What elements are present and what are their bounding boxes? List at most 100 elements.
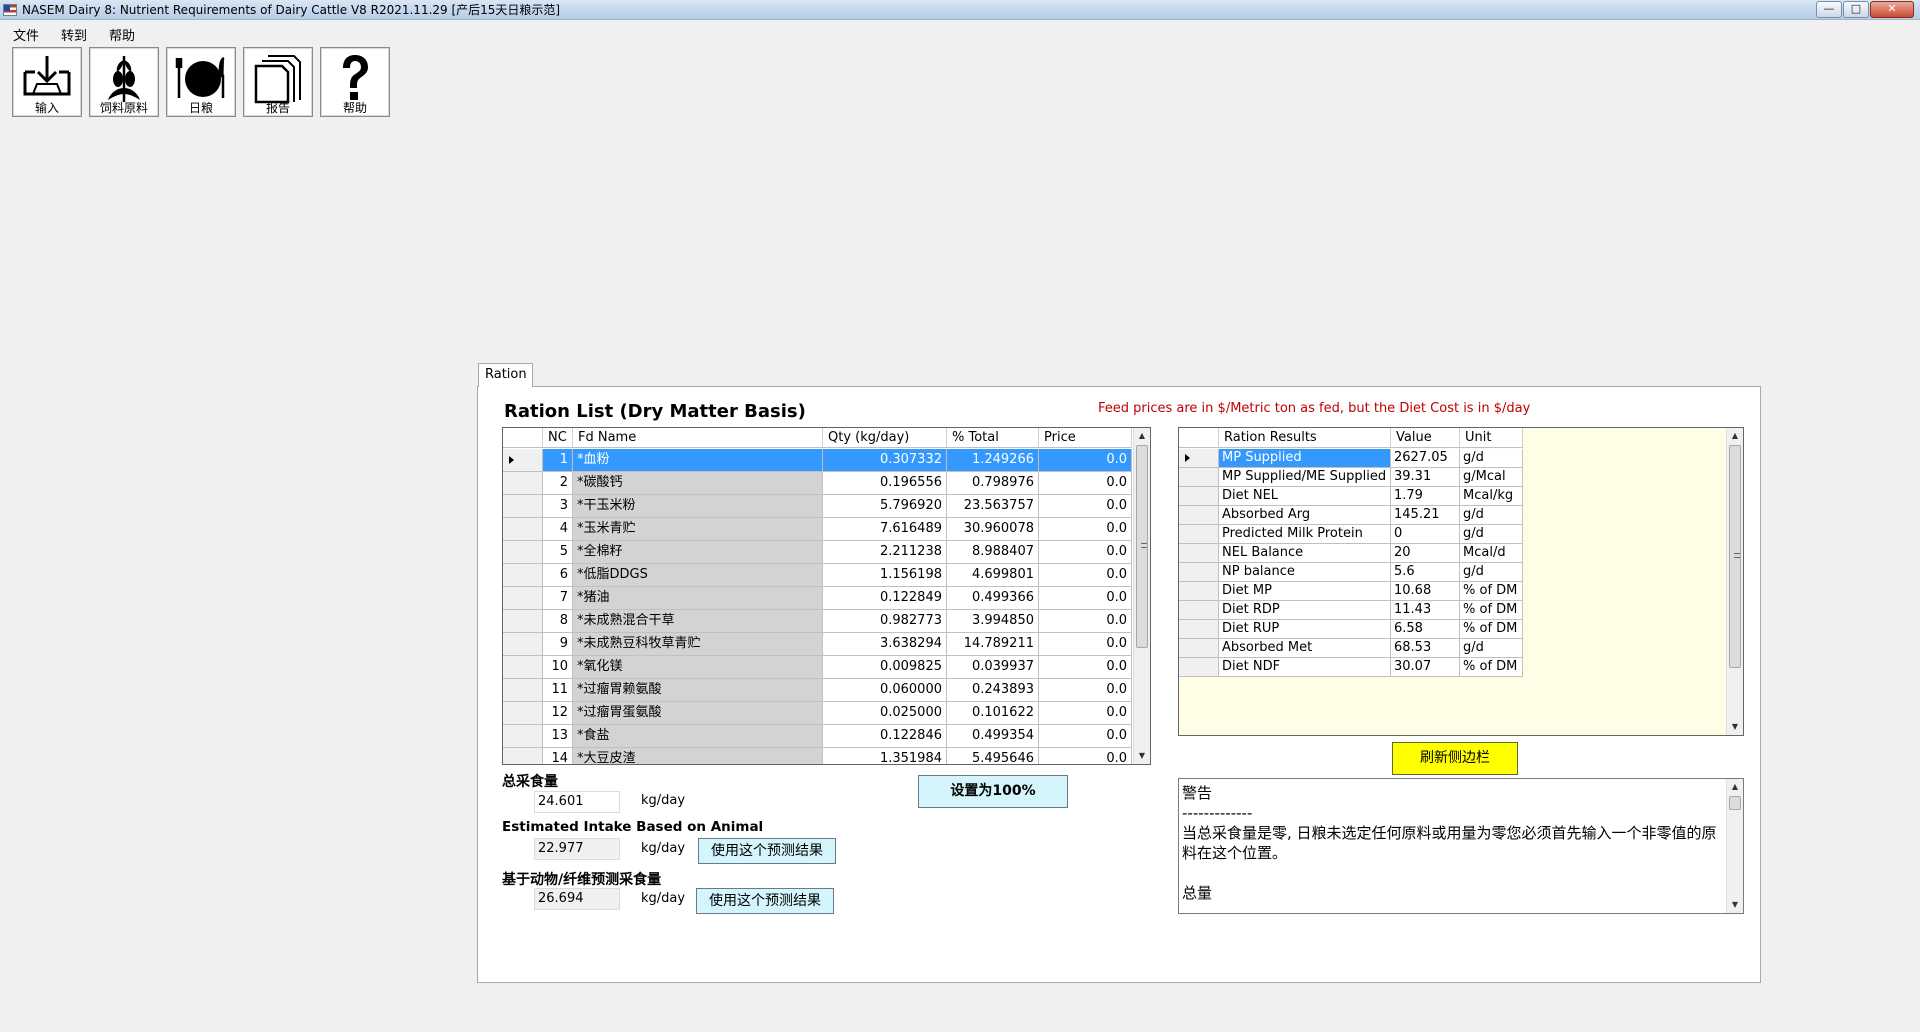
cell-price[interactable]: 0.0 (1039, 564, 1132, 587)
cell-pct-total[interactable]: 0.101622 (947, 702, 1039, 725)
set-to-100-percent-button[interactable]: 设置为100% (918, 775, 1068, 808)
cell-nc[interactable]: 14 (543, 748, 573, 764)
result-row-selector[interactable] (1179, 525, 1219, 544)
cell-price[interactable]: 0.0 (1039, 495, 1132, 518)
result-value[interactable]: 145.21 (1391, 506, 1460, 525)
cell-qty[interactable]: 0.060000 (823, 679, 947, 702)
result-value[interactable]: 20 (1391, 544, 1460, 563)
result-value[interactable]: 1.79 (1391, 487, 1460, 506)
result-unit[interactable]: g/d (1460, 525, 1523, 544)
result-row-selector[interactable] (1179, 639, 1219, 658)
scroll-up-arrow[interactable]: ▲ (1134, 428, 1150, 444)
result-name[interactable]: Diet MP (1219, 582, 1391, 601)
cell-nc[interactable]: 9 (543, 633, 573, 656)
row-selector[interactable] (503, 472, 543, 495)
cell-price[interactable]: 0.0 (1039, 472, 1132, 495)
help-button[interactable]: 帮助 (320, 47, 390, 117)
cell-feed-name[interactable]: *过瘤胃赖氨酸 (573, 679, 823, 702)
cell-nc[interactable]: 2 (543, 472, 573, 495)
result-name[interactable]: NEL Balance (1219, 544, 1391, 563)
row-selector[interactable] (503, 679, 543, 702)
cell-feed-name[interactable]: *未成熟豆科牧草青贮 (573, 633, 823, 656)
scroll-down-arrow[interactable]: ▼ (1134, 748, 1150, 764)
column-header-name[interactable]: Fd Name (573, 428, 823, 447)
column-header-pct[interactable]: % Total (947, 428, 1039, 447)
input-button[interactable]: 输入 (12, 47, 82, 117)
result-row[interactable]: Diet NDF 30.07% of DM (1179, 658, 1523, 677)
cell-nc[interactable]: 7 (543, 587, 573, 610)
ration-row[interactable]: 14 *大豆皮渣 1.351984 5.495646 0.0 (503, 748, 1132, 764)
row-selector[interactable] (503, 587, 543, 610)
result-name[interactable]: Diet RUP (1219, 620, 1391, 639)
result-unit[interactable]: % of DM (1460, 620, 1523, 639)
cell-price[interactable]: 0.0 (1039, 702, 1132, 725)
results-grid-scrollbar[interactable]: ▲ ▼ (1726, 428, 1743, 735)
result-name[interactable]: Absorbed Met (1219, 639, 1391, 658)
cell-feed-name[interactable]: *碳酸钙 (573, 472, 823, 495)
cell-feed-name[interactable]: *未成熟混合干草 (573, 610, 823, 633)
cell-price[interactable]: 0.0 (1039, 748, 1132, 764)
result-value[interactable]: 39.31 (1391, 468, 1460, 487)
cell-pct-total[interactable]: 8.988407 (947, 541, 1039, 564)
minimize-button[interactable]: — (1816, 1, 1842, 18)
result-name[interactable]: Diet NEL (1219, 487, 1391, 506)
cell-feed-name[interactable]: *干玉米粉 (573, 495, 823, 518)
ration-grid-scrollbar[interactable]: ▲ ▼ (1133, 428, 1150, 764)
result-name[interactable]: Diet NDF (1219, 658, 1391, 677)
ration-row[interactable]: 12 *过瘤胃蛋氨酸 0.025000 0.101622 0.0 (503, 702, 1132, 725)
cell-feed-name[interactable]: *食盐 (573, 725, 823, 748)
cell-nc[interactable]: 3 (543, 495, 573, 518)
results-column-header-unit[interactable]: Unit (1460, 428, 1523, 448)
cell-qty[interactable]: 0.122849 (823, 587, 947, 610)
ration-row[interactable]: 3 *干玉米粉 5.796920 23.563757 0.0 (503, 495, 1132, 518)
column-header-qty[interactable]: Qty (kg/day) (823, 428, 947, 447)
result-value[interactable]: 30.07 (1391, 658, 1460, 677)
cell-price[interactable]: 0.0 (1039, 518, 1132, 541)
cell-qty[interactable]: 0.009825 (823, 656, 947, 679)
tab-ration[interactable]: Ration (478, 363, 533, 387)
ration-row[interactable]: 5 *全棉籽 2.211238 8.988407 0.0 (503, 541, 1132, 564)
cell-nc[interactable]: 5 (543, 541, 573, 564)
result-row-selector[interactable] (1179, 544, 1219, 563)
cell-price[interactable]: 0.0 (1039, 541, 1132, 564)
ration-row[interactable]: 1 *血粉 0.307332 1.249266 0.0 (503, 449, 1132, 472)
result-row-selector[interactable] (1179, 601, 1219, 620)
cell-price[interactable]: 0.0 (1039, 679, 1132, 702)
result-value[interactable]: 11.43 (1391, 601, 1460, 620)
cell-pct-total[interactable]: 0.798976 (947, 472, 1039, 495)
result-unit[interactable]: Mcal/d (1460, 544, 1523, 563)
cell-qty[interactable]: 0.025000 (823, 702, 947, 725)
cell-feed-name[interactable]: *低脂DDGS (573, 564, 823, 587)
row-selector[interactable] (503, 748, 543, 764)
ration-button[interactable]: 日粮 (166, 47, 236, 117)
menu-help[interactable]: 帮助 (96, 22, 144, 44)
cell-price[interactable]: 0.0 (1039, 656, 1132, 679)
cell-nc[interactable]: 4 (543, 518, 573, 541)
cell-qty[interactable]: 0.196556 (823, 472, 947, 495)
ration-row[interactable]: 8 *未成熟混合干草 0.982773 3.994850 0.0 (503, 610, 1132, 633)
result-unit[interactable]: g/d (1460, 563, 1523, 582)
result-row-selector[interactable] (1179, 468, 1219, 487)
cell-pct-total[interactable]: 3.994850 (947, 610, 1039, 633)
cell-feed-name[interactable]: *全棉籽 (573, 541, 823, 564)
warnings-textbox[interactable]: 警告 ------------- 当总采食量是零, 日粮未选定任何原料或用量为零… (1178, 778, 1744, 914)
row-selector[interactable] (503, 564, 543, 587)
result-value[interactable]: 5.6 (1391, 563, 1460, 582)
cell-price[interactable]: 0.0 (1039, 725, 1132, 748)
cell-qty[interactable]: 1.156198 (823, 564, 947, 587)
cell-qty[interactable]: 0.122846 (823, 725, 947, 748)
cell-qty[interactable]: 0.982773 (823, 610, 947, 633)
cell-feed-name[interactable]: *玉米青贮 (573, 518, 823, 541)
cell-pct-total[interactable]: 14.789211 (947, 633, 1039, 656)
warnings-scroll-down-arrow[interactable]: ▼ (1727, 897, 1743, 913)
cell-feed-name[interactable]: *猪油 (573, 587, 823, 610)
results-column-header-value[interactable]: Value (1391, 428, 1460, 448)
result-row[interactable]: Diet RUP 6.58% of DM (1179, 620, 1523, 639)
result-row[interactable]: Absorbed Arg 145.21 g/d (1179, 506, 1523, 525)
result-row[interactable]: Diet MP 10.68% of DM (1179, 582, 1523, 601)
result-row[interactable]: Diet RDP 11.43% of DM (1179, 601, 1523, 620)
result-value[interactable]: 6.58 (1391, 620, 1460, 639)
menu-goto[interactable]: 转到 (48, 22, 96, 44)
cell-qty[interactable]: 2.211238 (823, 541, 947, 564)
ration-row[interactable]: 9 *未成熟豆科牧草青贮 3.638294 14.789211 0.0 (503, 633, 1132, 656)
